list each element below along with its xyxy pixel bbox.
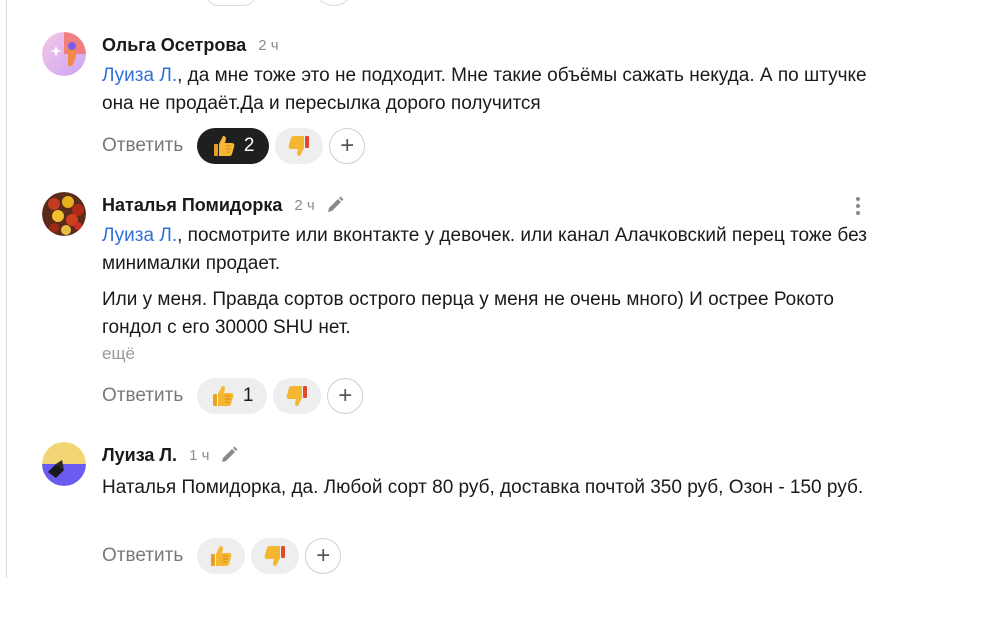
add-reaction-button[interactable]: + (329, 128, 366, 164)
mention-link[interactable]: Луиза Л. (102, 65, 177, 86)
avatar-natalya[interactable] (42, 192, 86, 236)
avatar-luiza[interactable] (42, 442, 86, 486)
like-button[interactable] (197, 538, 246, 574)
author-name[interactable]: Луиза Л. (102, 445, 177, 466)
comment-time: 2 ч (258, 36, 279, 54)
comment-body: , да мне тоже это не подходит. Мне такие… (102, 65, 867, 114)
comment-header: Луиза Л. 1 ч (102, 444, 239, 466)
plus-icon: + (340, 132, 355, 159)
previous-reaction-stub (206, 0, 256, 6)
pencil-icon (222, 446, 238, 462)
thumbs-up-icon (211, 546, 232, 566)
comment-text: Луиза Л., посмотрите или вконтакте у дев… (102, 222, 872, 278)
comment-natalya: Наталья Помидорка 2 ч Луиза Л., посмотри… (0, 192, 900, 424)
comment-actions: Ответить + (102, 537, 342, 575)
comment-body: , посмотрите или вконтакте у девочек. ил… (102, 225, 867, 274)
like-count: 1 (242, 385, 254, 406)
kebab-menu-icon[interactable] (852, 194, 864, 218)
comment-olga: Ольга Осетрова 2 ч Луиза Л., да мне тоже… (0, 32, 900, 174)
thumbs-up-icon (212, 386, 234, 406)
add-reaction-button[interactable]: + (305, 538, 342, 574)
pencil-icon (327, 196, 344, 212)
reply-button[interactable]: Ответить (102, 135, 183, 157)
previous-plus-stub (318, 0, 350, 6)
thumbs-down-icon (288, 136, 310, 156)
comment-body: Наталья Помидорка, да. Любой сорт 80 руб… (102, 477, 864, 498)
like-count: 2 (243, 135, 255, 156)
comment-time: 1 ч (189, 446, 210, 464)
mention-link[interactable]: Луиза Л. (102, 225, 177, 246)
comment-luiza: Луиза Л. 1 ч Наталья Помидорка, да. Любо… (0, 442, 900, 584)
comment-header: Ольга Осетрова 2 ч (102, 34, 279, 56)
dislike-button[interactable] (273, 378, 322, 414)
dislike-button[interactable] (275, 128, 324, 164)
comment-time: 2 ч (294, 196, 315, 214)
add-reaction-button[interactable]: + (327, 378, 364, 414)
thumbs-down-icon (286, 386, 308, 406)
comment-paragraph-2: Или у меня. Правда сортов острого перца … (102, 289, 834, 338)
like-button[interactable]: 1 (197, 378, 268, 414)
comment-header: Наталья Помидорка 2 ч (102, 194, 345, 216)
thumbs-down-icon (264, 546, 286, 566)
reply-button[interactable]: Ответить (102, 545, 183, 567)
like-button[interactable]: 2 (197, 128, 270, 164)
dislike-button[interactable] (251, 538, 300, 574)
thumbs-up-icon (213, 136, 235, 156)
plus-icon: + (316, 542, 331, 569)
reply-button[interactable]: Ответить (102, 385, 183, 407)
comment-actions: Ответить 1 + (102, 377, 364, 415)
comment-text: Луиза Л., да мне тоже это не подходит. М… (102, 62, 872, 118)
comment-actions: Ответить 2 + (102, 127, 366, 165)
author-name[interactable]: Наталья Помидорка (102, 195, 282, 216)
show-more-link[interactable]: ещё (102, 344, 135, 364)
avatar-olga[interactable] (42, 32, 86, 76)
author-name[interactable]: Ольга Осетрова (102, 35, 246, 56)
plus-icon: + (338, 382, 353, 409)
